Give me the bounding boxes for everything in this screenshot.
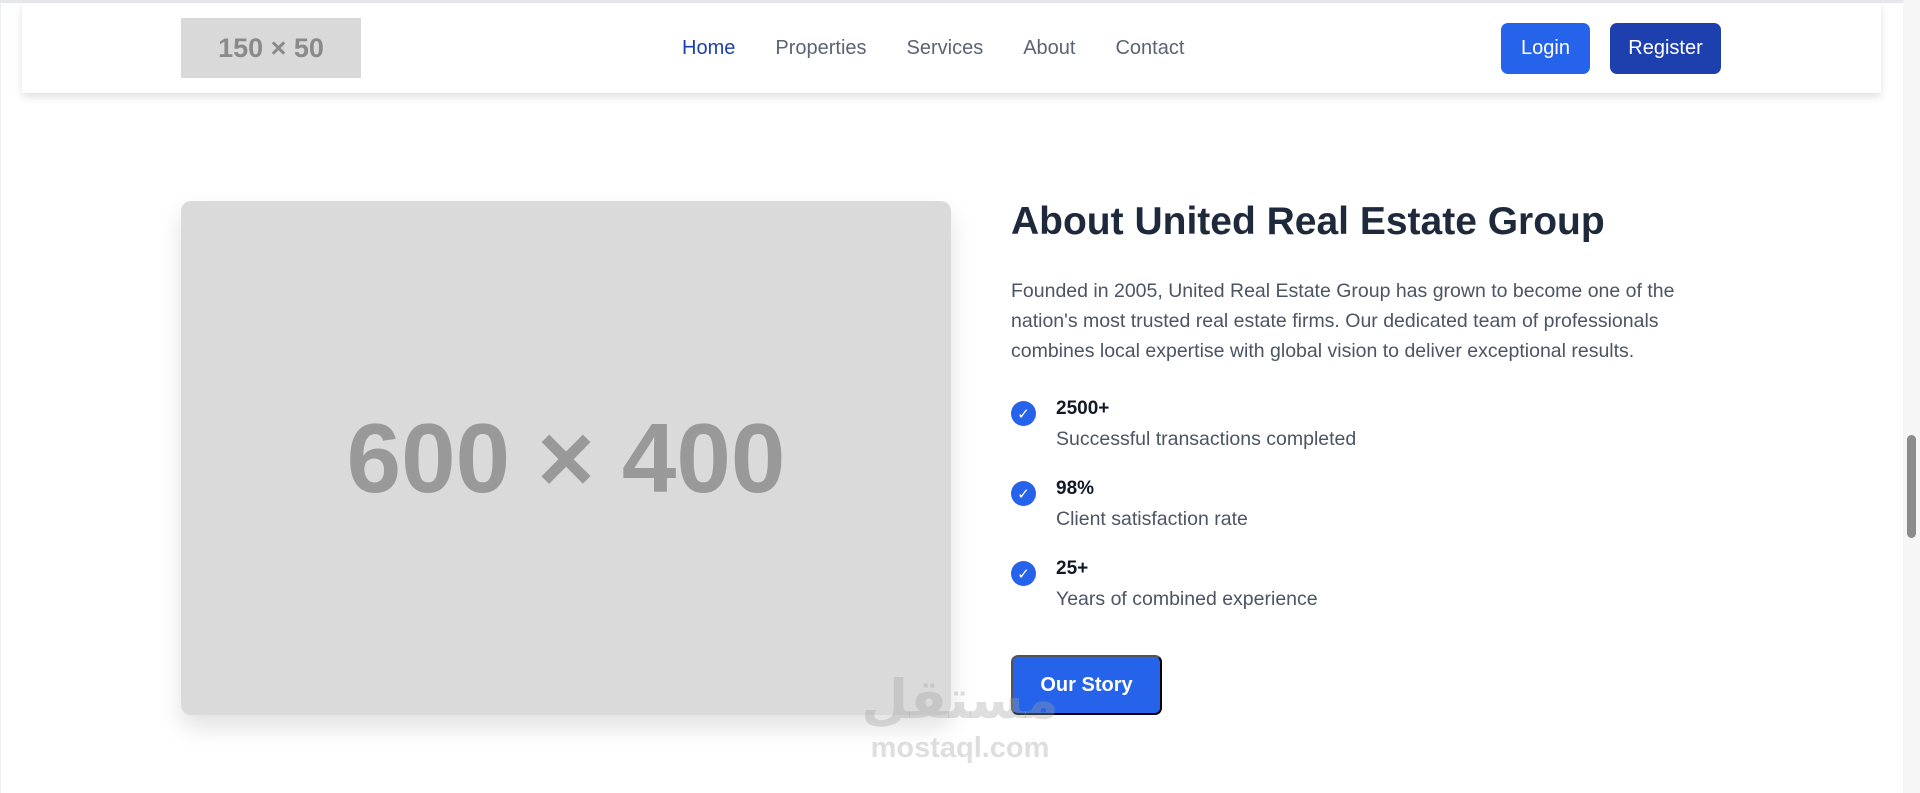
register-button[interactable]: Register bbox=[1610, 23, 1721, 74]
check-circle-icon: ✓ bbox=[1011, 561, 1036, 586]
check-circle-icon: ✓ bbox=[1011, 401, 1036, 426]
scrollbar-track[interactable] bbox=[1903, 0, 1920, 793]
our-story-button[interactable]: Our Story bbox=[1011, 655, 1162, 715]
stat-label: Client satisfaction rate bbox=[1056, 508, 1248, 530]
stat-value: 98% bbox=[1056, 478, 1095, 499]
stat-label: Successful transactions completed bbox=[1056, 428, 1357, 450]
scrollbar-thumb[interactable] bbox=[1907, 435, 1916, 538]
about-description: Founded in 2005, United Real Estate Grou… bbox=[1011, 280, 1675, 362]
nav-link-about[interactable]: About bbox=[1023, 37, 1075, 60]
nav-link-services[interactable]: Services bbox=[907, 37, 984, 60]
main-nav: Home Properties Services About Contact bbox=[682, 3, 1184, 93]
nav-link-properties[interactable]: Properties bbox=[775, 37, 866, 60]
stat-value: 25+ bbox=[1056, 558, 1089, 579]
navbar: 150 × 50 Home Properties Services About … bbox=[22, 3, 1881, 93]
stat-label: Years of combined experience bbox=[1056, 588, 1318, 610]
login-button[interactable]: Login bbox=[1501, 23, 1590, 74]
check-circle-icon: ✓ bbox=[1011, 481, 1036, 506]
nav-link-home[interactable]: Home bbox=[682, 37, 735, 60]
about-image-placeholder: 600 × 400 bbox=[181, 201, 951, 715]
nav-link-contact[interactable]: Contact bbox=[1115, 37, 1184, 60]
about-title: About United Real Estate Group bbox=[1011, 200, 1605, 243]
logo[interactable]: 150 × 50 bbox=[181, 18, 361, 78]
stat-value: 2500+ bbox=[1056, 398, 1110, 419]
